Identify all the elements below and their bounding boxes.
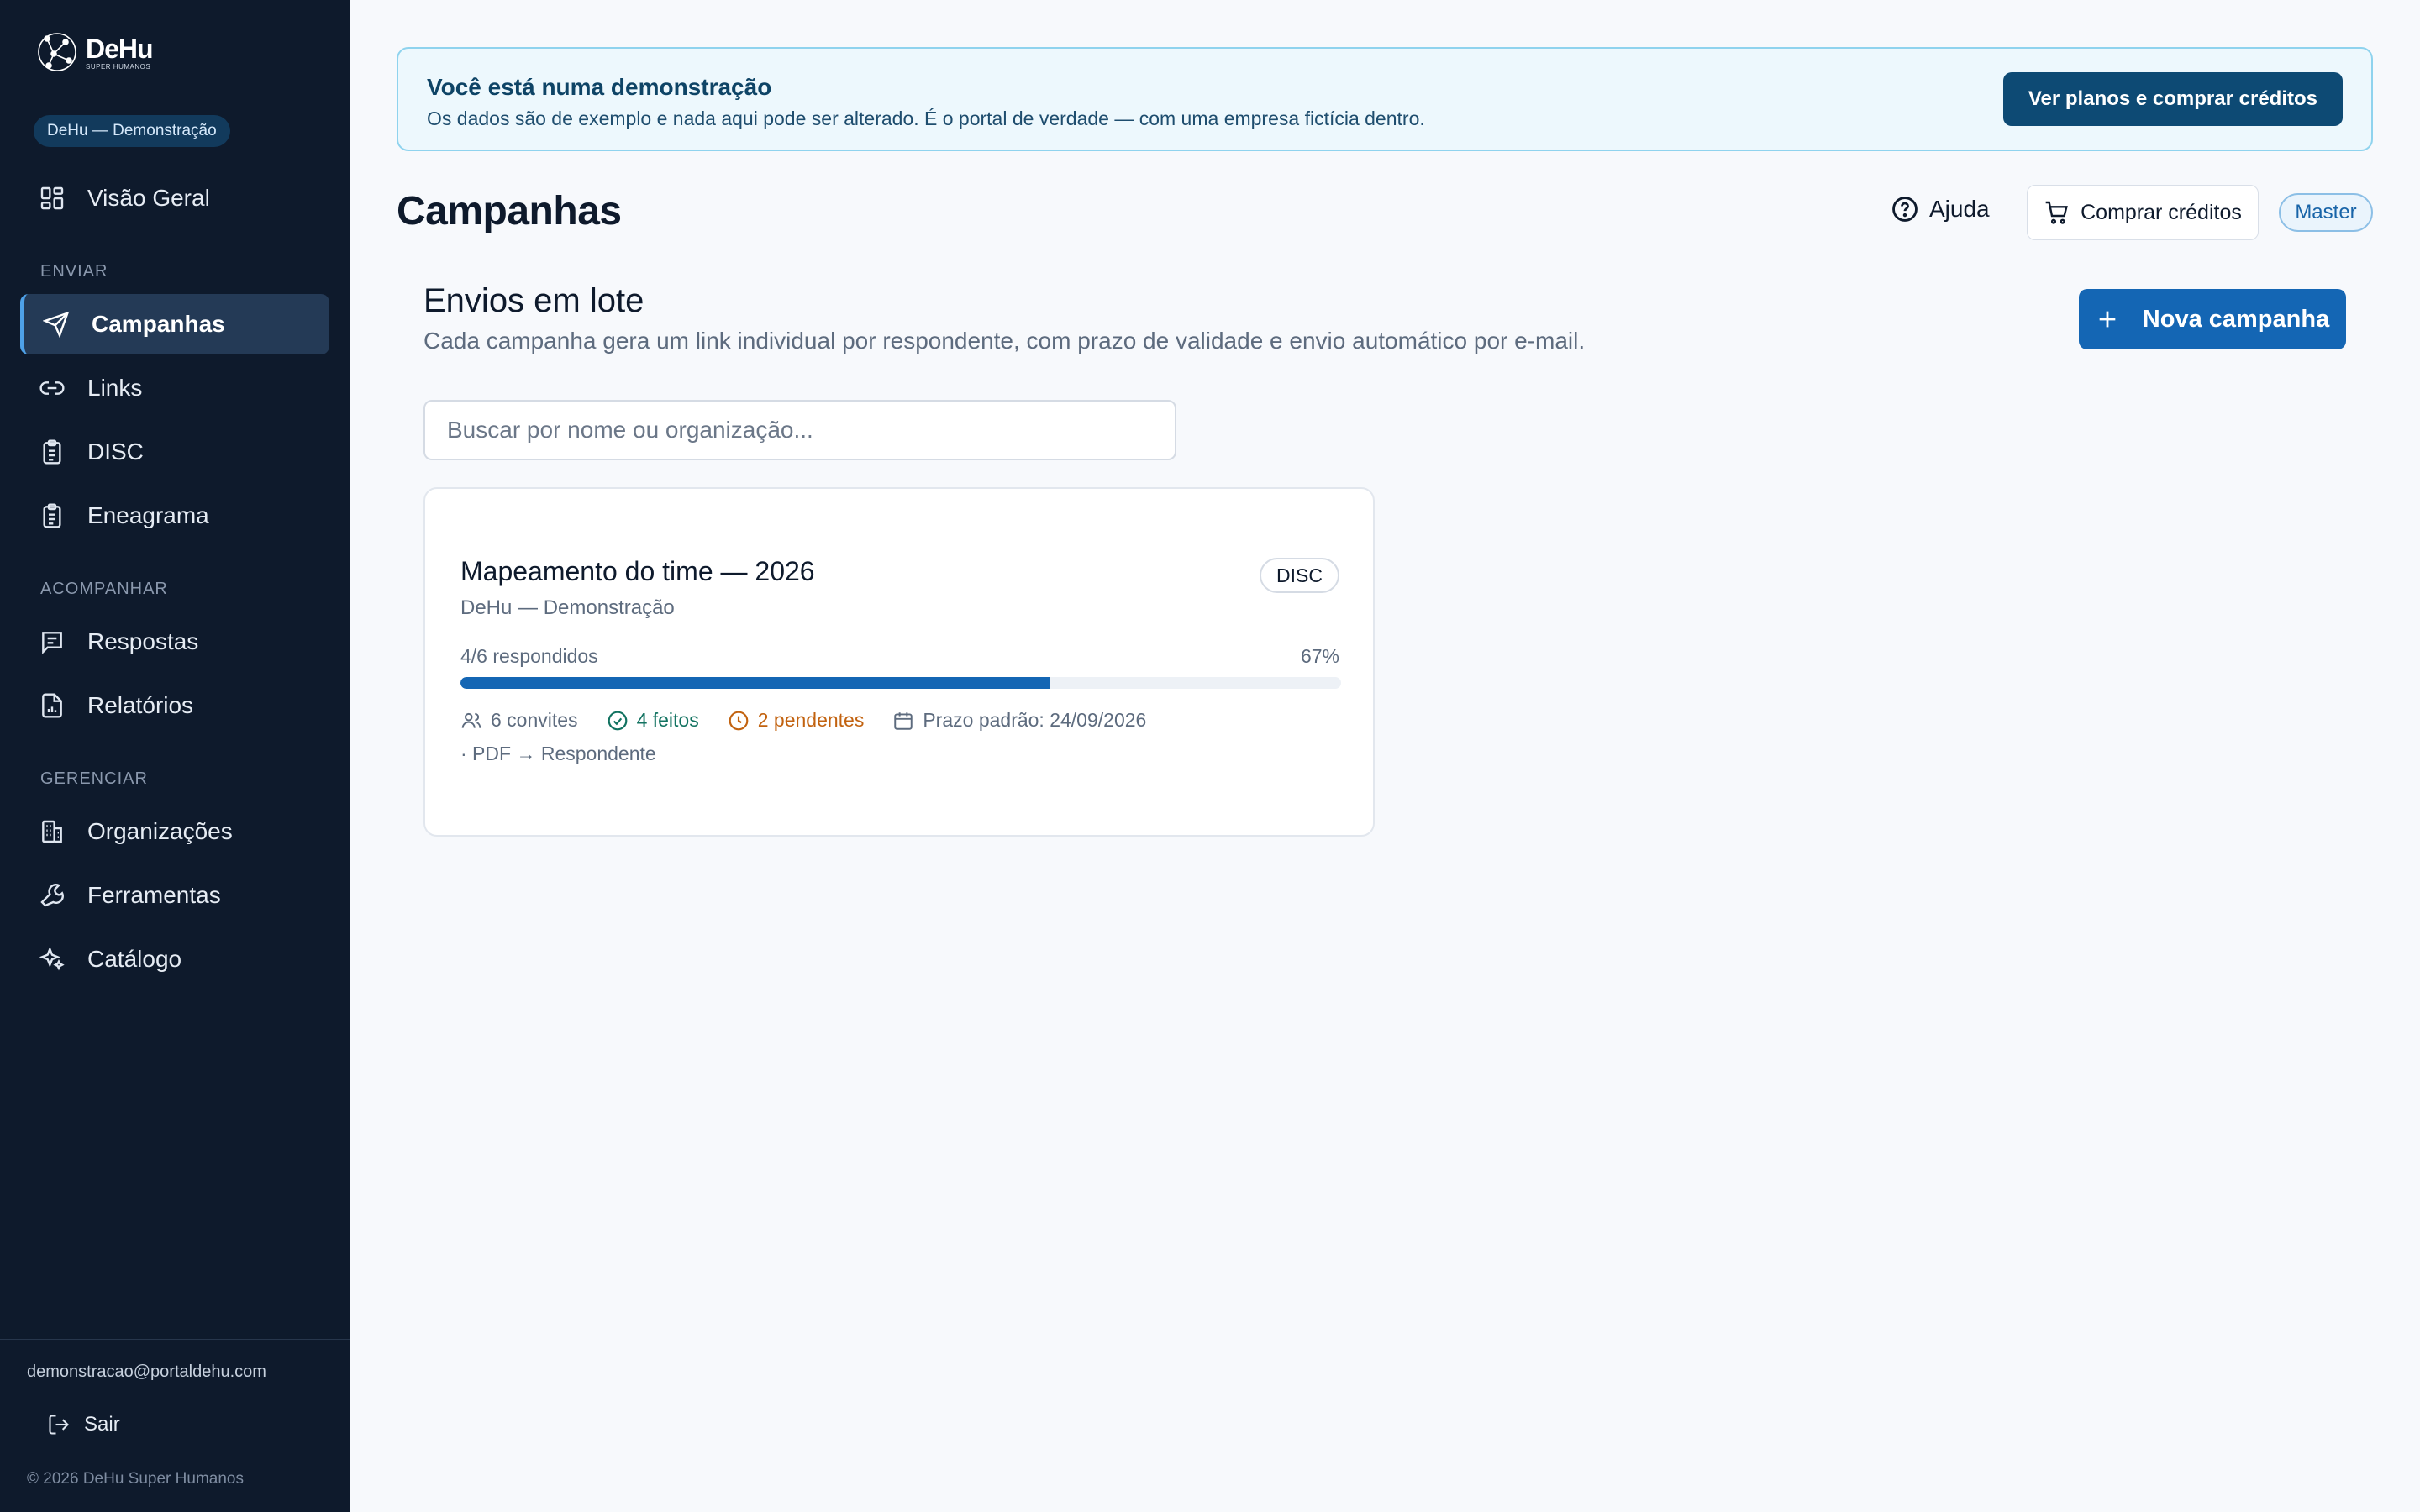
copyright: © 2026 DeHu Super Humanos [27, 1470, 244, 1488]
view-plans-button[interactable]: Ver planos e comprar créditos [2002, 72, 2343, 126]
cart-icon [2045, 201, 2068, 224]
campaign-type-badge: DISC [1260, 558, 1339, 593]
plus-icon [2099, 311, 2116, 328]
file-chart-icon [42, 693, 62, 718]
grid-icon [40, 186, 64, 210]
logo[interactable]: DeHu SUPER HUMANOS [35, 27, 154, 77]
progress-bar-fill [460, 677, 1051, 689]
demo-banner-title: Você está numa demonstração [427, 74, 772, 100]
sidebar: DeHu SUPER HUMANOS DeHu — Demonstração V… [0, 0, 350, 1512]
deadline-stat: Prazo padrão: 24/09/2026 [892, 709, 1146, 732]
role-badge: Master [2279, 193, 2373, 232]
sidebar-item-label: Organizações [87, 818, 233, 844]
sidebar-item-label: Relatórios [87, 692, 194, 718]
sidebar-item-catalog[interactable]: Catálogo [20, 929, 329, 990]
logout-button[interactable]: Sair [47, 1413, 120, 1436]
page-title: Campanhas [397, 189, 622, 234]
wrench-icon [40, 884, 64, 907]
logo-subtitle: SUPER HUMANOS [86, 63, 151, 71]
sidebar-item-reports[interactable]: Relatórios [20, 675, 329, 736]
sidebar-item-campaigns[interactable]: Campanhas [20, 294, 329, 354]
help-button[interactable]: Ajuda [1891, 195, 1990, 223]
message-square-icon [42, 632, 62, 654]
logout-icon [49, 1415, 69, 1435]
sidebar-item-overview[interactable]: Visão Geral [20, 168, 329, 228]
sidebar-item-label: Visão Geral [87, 185, 210, 211]
nav-section-manage: GERENCIAR [40, 769, 148, 788]
section-subtitle: Cada campanha gera um link individual po… [424, 328, 1586, 354]
sidebar-item-label: DISC [87, 438, 144, 465]
clipboard-icon [43, 439, 61, 465]
pending-stat: 2 pendentes [728, 709, 865, 732]
calendar-icon [894, 711, 913, 730]
campaign-organization: DeHu — Demonstração [460, 596, 675, 619]
buy-credits-label: Comprar créditos [2081, 200, 2242, 224]
demo-banner: Você está numa demonstração Os dados são… [397, 47, 2373, 151]
sidebar-item-enneagram[interactable]: Eneagrama [20, 486, 329, 546]
sidebar-item-links[interactable]: Links [20, 358, 329, 418]
clock-icon [729, 711, 749, 730]
invites-count: 6 convites [491, 709, 578, 731]
building-icon [42, 820, 62, 843]
logout-label: Sair [84, 1413, 120, 1436]
done-count: 4 feitos [636, 709, 699, 731]
logo-constellation-icon [38, 33, 76, 71]
campaign-delivery-info: · PDF → Respondente [460, 743, 656, 764]
clipboard-icon [43, 503, 61, 528]
sidebar-item-disc[interactable]: DISC [20, 422, 329, 482]
deadline-text: Prazo padrão: 24/09/2026 [923, 709, 1147, 731]
help-circle-icon [1892, 197, 1918, 222]
buy-credits-button[interactable]: Comprar créditos [2027, 185, 2259, 240]
pending-count: 2 pendentes [757, 709, 865, 731]
sidebar-divider [0, 1339, 350, 1340]
campaign-stats: 6 convites 4 feitos 2 pendentes Prazo pa… [460, 709, 1343, 732]
sidebar-item-organizations[interactable]: Organizações [20, 801, 329, 862]
nav-section-follow: ACOMPANHAR [40, 580, 168, 598]
invites-stat: 6 convites [460, 709, 578, 732]
progress-bar [460, 677, 1341, 689]
organization-badge: DeHu — Demonstração [34, 115, 230, 147]
progress-label: 4/6 respondidos [460, 645, 598, 667]
search-input[interactable] [424, 400, 1176, 460]
sidebar-item-label: Links [87, 375, 143, 401]
campaign-title: Mapeamento do time — 2026 [460, 556, 815, 586]
check-circle-icon [608, 711, 627, 730]
sparkles-icon [39, 946, 65, 971]
sidebar-item-label: Campanhas [92, 311, 225, 337]
progress-percent: 67% [1300, 645, 1339, 667]
sidebar-item-label: Catálogo [87, 946, 182, 972]
sidebar-item-responses[interactable]: Respostas [20, 612, 329, 672]
section-title: Envios em lote [424, 282, 644, 319]
new-campaign-label: Nova campanha [2142, 305, 2330, 333]
send-icon [43, 311, 70, 338]
user-email: demonstracao@portaldehu.com [27, 1362, 266, 1381]
sidebar-item-label: Respostas [87, 628, 199, 654]
link-icon [39, 381, 65, 395]
sidebar-item-label: Ferramentas [87, 882, 221, 908]
sidebar-item-label: Eneagrama [87, 502, 209, 528]
done-stat: 4 feitos [607, 709, 699, 732]
users-icon [461, 712, 481, 728]
help-label: Ajuda [1929, 196, 1990, 222]
nav-section-send: ENVIAR [40, 262, 108, 281]
sidebar-item-tools[interactable]: Ferramentas [20, 865, 329, 926]
new-campaign-button[interactable]: Nova campanha [2079, 289, 2346, 349]
campaign-card[interactable]: Mapeamento do time — 2026 DISC DeHu — De… [424, 487, 1375, 837]
logo-name: DeHu [86, 34, 154, 64]
demo-banner-text: Os dados são de exemplo e nada aqui pode… [427, 108, 1425, 129]
